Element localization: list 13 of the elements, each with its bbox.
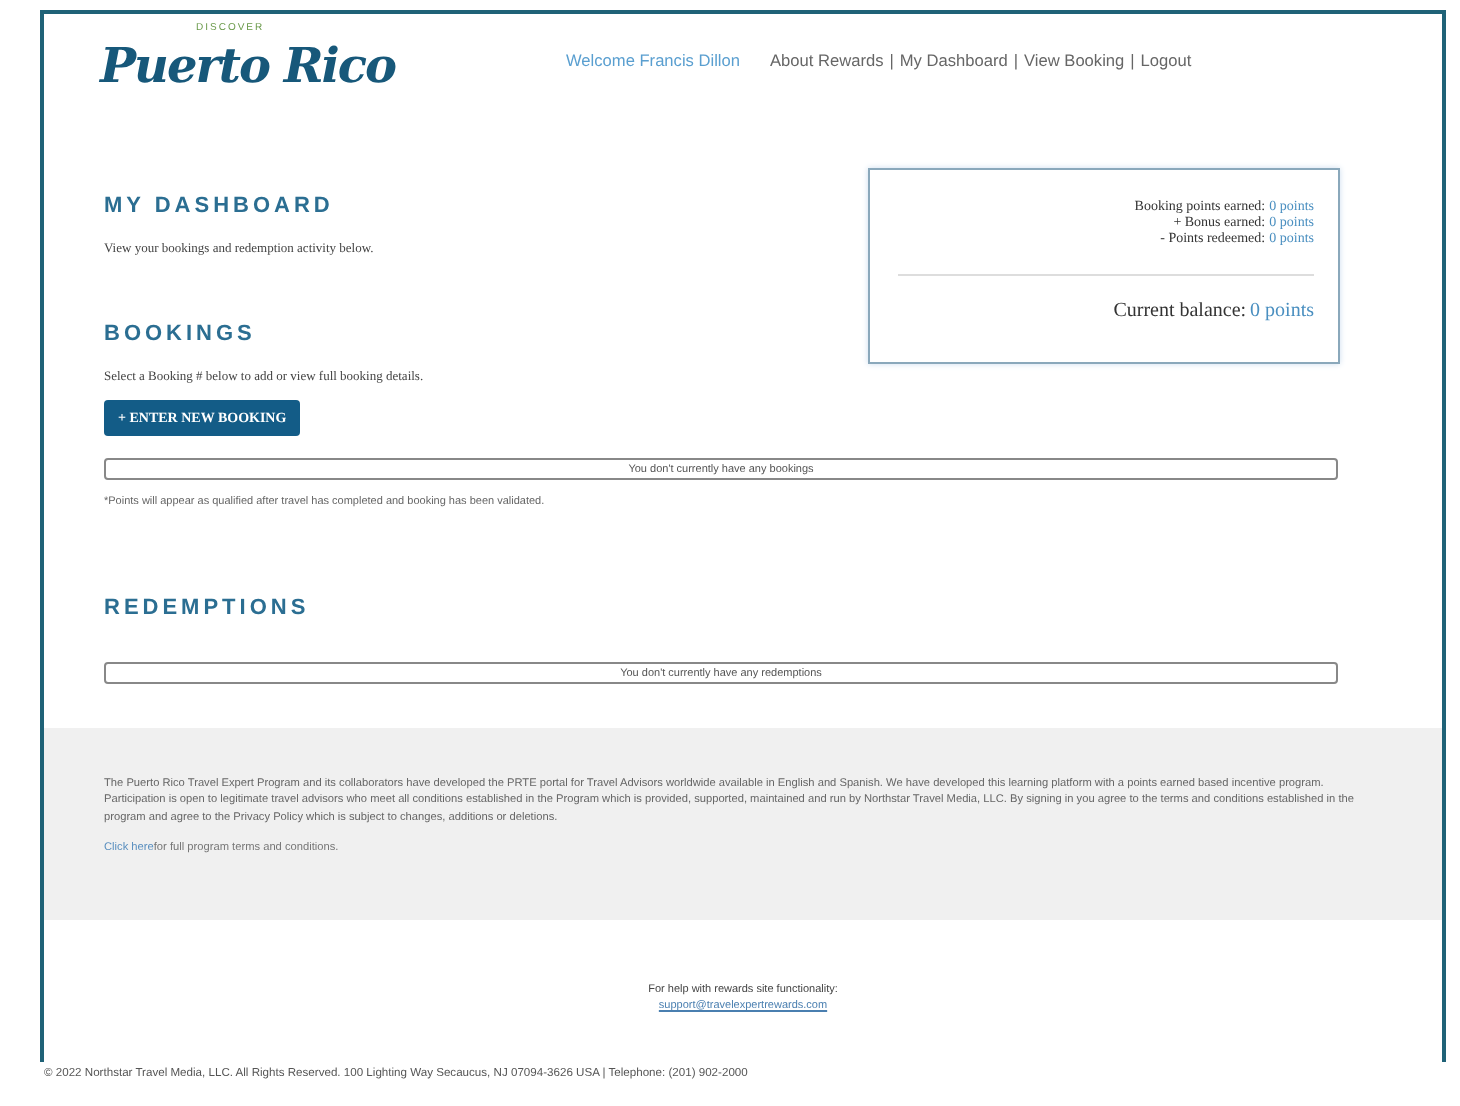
nav-link[interactable]: View Booking bbox=[1024, 50, 1125, 70]
nav-separator: | bbox=[889, 50, 894, 70]
nav-separator: | bbox=[1013, 50, 1019, 70]
balance-value: 0 points bbox=[1250, 300, 1314, 324]
section-heading: MY DASHBOARD bbox=[104, 194, 336, 218]
section-heading: REDEMPTIONS bbox=[104, 596, 312, 620]
nav-separator: | bbox=[1130, 50, 1135, 70]
nav-link[interactable]: About Rewards bbox=[770, 50, 884, 70]
welcome-text: Welcome Francis Dillon bbox=[566, 50, 740, 70]
balance-label: Current balance: bbox=[1113, 300, 1247, 324]
nav-link[interactable]: Logout bbox=[1140, 50, 1192, 70]
section-heading: BOOKINGS bbox=[104, 322, 258, 346]
nav-link[interactable]: My Dashboard bbox=[899, 50, 1008, 70]
